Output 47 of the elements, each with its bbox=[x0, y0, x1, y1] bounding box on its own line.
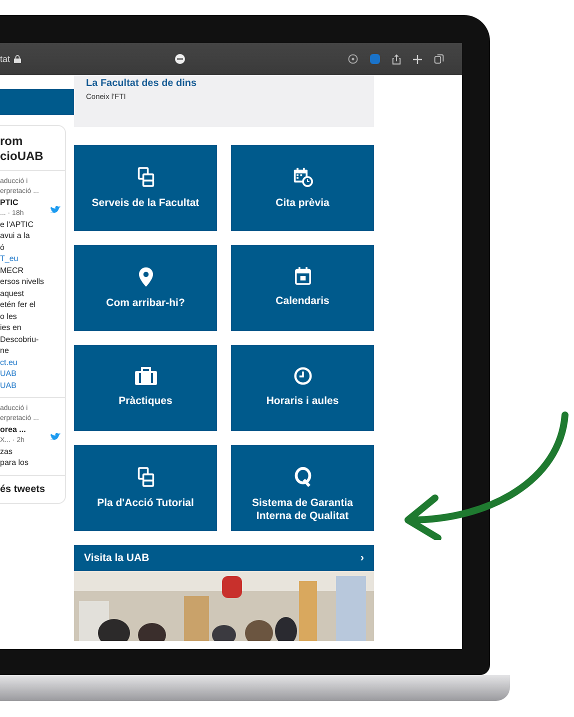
tweet-text: Descobriu-ne bbox=[0, 334, 40, 356]
tweet-author[interactable]: PTIC bbox=[0, 197, 45, 208]
tweet-text: avui a la bbox=[0, 230, 31, 242]
documents-icon bbox=[136, 167, 154, 187]
documents-icon bbox=[136, 467, 154, 487]
tweet-text: etén fer el bbox=[0, 299, 37, 310]
tweet-text: zas bbox=[0, 446, 14, 457]
tabs-icon[interactable] bbox=[434, 54, 444, 64]
visit-banner[interactable]: Visita la UAB › bbox=[74, 545, 374, 571]
tweet-text: MECR bbox=[0, 264, 25, 276]
location-pin-icon bbox=[138, 267, 152, 287]
tweet-text: o les bbox=[0, 310, 18, 322]
lock-icon bbox=[14, 55, 22, 63]
tweet-text: aquest bbox=[0, 288, 26, 299]
tweets-title: rom cioUAB bbox=[0, 126, 65, 171]
tile-button[interactable]: Horaris i aules bbox=[231, 345, 374, 431]
share-icon[interactable] bbox=[392, 54, 401, 64]
tweet-link[interactable]: ct.eu bbox=[0, 356, 45, 368]
tweet-link[interactable]: UAB bbox=[0, 368, 45, 380]
q-icon bbox=[294, 467, 312, 487]
tile-button[interactable]: Sistema de Garantia Interna de Qualitat bbox=[231, 445, 374, 531]
tile-button[interactable]: Pràctiques bbox=[74, 345, 217, 431]
briefcase-icon bbox=[134, 367, 156, 385]
tweet-text: ó bbox=[0, 242, 6, 253]
plus-icon[interactable] bbox=[413, 54, 422, 64]
tweet-author[interactable]: orea ... bbox=[0, 424, 45, 436]
bird-icon bbox=[50, 432, 61, 441]
more-tweets-link[interactable]: és tweets bbox=[0, 476, 65, 503]
calendar-icon bbox=[294, 267, 310, 285]
tweet-text: para los bbox=[0, 457, 30, 468]
address-text: tat bbox=[0, 54, 10, 64]
tile-button[interactable]: Cita prèvia bbox=[231, 145, 374, 231]
tile-button[interactable]: Com arribar-hi? bbox=[74, 245, 217, 331]
tile-button[interactable]: Calendaris bbox=[231, 245, 374, 331]
tweet-text: ies en bbox=[0, 322, 22, 334]
tile-button[interactable]: Serveis de la Facultat bbox=[74, 145, 217, 231]
tweet-text: ersos nivells bbox=[0, 276, 45, 288]
tweet-link[interactable]: T_eu bbox=[0, 253, 45, 264]
card-title[interactable]: La Facultat des de dins bbox=[86, 78, 362, 89]
tweet-text: e l'APTIC bbox=[0, 218, 35, 230]
bird-icon bbox=[50, 205, 61, 214]
tile-button[interactable]: Pla d'Acció Tutorial bbox=[74, 445, 217, 531]
download-icon[interactable] bbox=[348, 54, 358, 64]
reader-icon bbox=[175, 54, 186, 64]
clock-icon bbox=[294, 367, 312, 385]
tweet-link[interactable]: UAB bbox=[0, 380, 45, 391]
calendar-clock-icon bbox=[292, 167, 312, 187]
